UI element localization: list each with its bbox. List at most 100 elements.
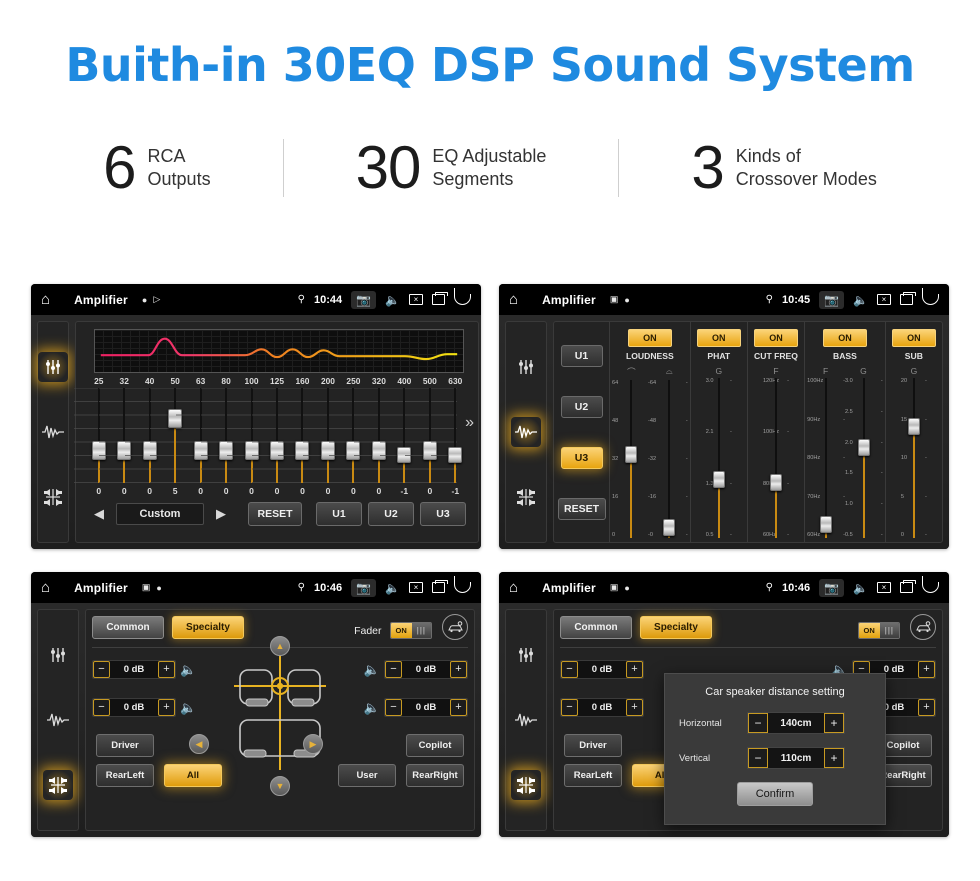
- stepper-control[interactable]: − 0 dB +: [560, 660, 644, 679]
- slider-knob[interactable]: [448, 446, 463, 463]
- horizontal-stepper[interactable]: − 140cm +: [747, 712, 845, 734]
- plus-button[interactable]: +: [918, 699, 935, 716]
- nav-right-button[interactable]: ▶: [303, 734, 323, 754]
- preset-u2-button[interactable]: U2: [368, 502, 414, 526]
- back-icon[interactable]: [453, 576, 471, 593]
- dsp-slider[interactable]: 64-48-32-16-0-: [612, 380, 650, 538]
- plus-button[interactable]: +: [450, 699, 467, 716]
- slider-knob[interactable]: [712, 470, 725, 488]
- minus-button[interactable]: −: [748, 713, 768, 733]
- plus-button[interactable]: +: [626, 699, 643, 716]
- plus-button[interactable]: +: [824, 713, 844, 733]
- dsp-slider[interactable]: 3.0-2.5-2.0-1.5-1.0-0.5-: [845, 378, 883, 538]
- dsp-slider[interactable]: 20-15-10-5-0-: [901, 378, 927, 538]
- preset-copilot-button[interactable]: Copilot: [406, 734, 464, 757]
- plus-button[interactable]: +: [626, 661, 643, 678]
- slider-knob[interactable]: [662, 519, 675, 537]
- toggle-sub[interactable]: ON: [891, 329, 936, 347]
- toggle-bass[interactable]: ON: [822, 329, 867, 347]
- toggle-cut-freq[interactable]: ON: [753, 329, 798, 347]
- home-icon[interactable]: ⌂: [509, 292, 518, 307]
- slider-knob[interactable]: [624, 446, 637, 464]
- preset-next-button[interactable]: ▶: [210, 506, 232, 522]
- preset-u3-button[interactable]: U3: [420, 502, 466, 526]
- plus-button[interactable]: +: [158, 699, 175, 716]
- balance-icon[interactable]: [38, 482, 68, 512]
- camera-icon[interactable]: 📷: [819, 290, 845, 309]
- close-box-icon[interactable]: ×: [409, 582, 423, 593]
- plus-button[interactable]: +: [158, 661, 175, 678]
- waveform-icon[interactable]: [43, 705, 73, 735]
- recents-icon[interactable]: [900, 579, 916, 593]
- equalizer-icon[interactable]: [43, 640, 73, 670]
- dsp-u3-button[interactable]: U3: [560, 446, 603, 469]
- recents-icon[interactable]: [432, 291, 448, 305]
- volume-icon[interactable]: 🔈: [853, 294, 868, 306]
- nav-up-button[interactable]: ▲: [270, 636, 290, 656]
- preset-display[interactable]: Custom: [116, 503, 204, 525]
- dsp-slider[interactable]: 64-48-32-16-0-: [650, 380, 688, 538]
- seat-map[interactable]: [228, 652, 332, 779]
- minus-button[interactable]: −: [93, 699, 110, 716]
- close-box-icon[interactable]: ×: [409, 294, 423, 305]
- dsp-slider[interactable]: 120Hz-100Hz-80Hz-60Hz-: [763, 378, 789, 538]
- dsp-u1-button[interactable]: U1: [560, 344, 603, 367]
- stepper-control[interactable]: − 0 dB +: [92, 660, 176, 679]
- preset-u1-button[interactable]: U1: [316, 502, 362, 526]
- toggle-phat[interactable]: ON: [696, 329, 741, 347]
- back-icon[interactable]: [921, 288, 939, 305]
- stepper-control[interactable]: − 0 dB +: [92, 698, 176, 717]
- plus-button[interactable]: +: [824, 748, 844, 768]
- recents-icon[interactable]: [432, 579, 448, 593]
- home-icon[interactable]: ⌂: [41, 292, 50, 307]
- minus-button[interactable]: −: [561, 661, 578, 678]
- balance-icon[interactable]: [511, 482, 541, 512]
- equalizer-icon[interactable]: [38, 351, 68, 382]
- preset-all-button[interactable]: All: [164, 764, 222, 787]
- preset-driver-button[interactable]: Driver: [564, 734, 622, 757]
- fader-toggle[interactable]: ON |||: [389, 622, 432, 639]
- minus-button[interactable]: −: [561, 699, 578, 716]
- slider-knob[interactable]: [820, 515, 833, 533]
- balance-icon[interactable]: [43, 770, 73, 801]
- waveform-icon[interactable]: [511, 705, 541, 735]
- back-icon[interactable]: [921, 576, 939, 593]
- home-icon[interactable]: ⌂: [509, 580, 518, 595]
- dsp-u2-button[interactable]: U2: [560, 395, 603, 418]
- recents-icon[interactable]: [900, 291, 916, 305]
- waveform-icon[interactable]: [38, 417, 68, 447]
- camera-icon[interactable]: 📷: [351, 578, 377, 597]
- preset-driver-button[interactable]: Driver: [96, 734, 154, 757]
- tab-specialty[interactable]: Specialty: [172, 616, 244, 639]
- minus-button[interactable]: −: [385, 699, 402, 716]
- reset-button[interactable]: RESET: [248, 502, 302, 526]
- minus-button[interactable]: −: [748, 748, 768, 768]
- nav-left-button[interactable]: ◀: [189, 734, 209, 754]
- volume-icon[interactable]: 🔈: [385, 582, 400, 594]
- dsp-slider[interactable]: 100Hz -90Hz -80Hz -70Hz -60Hz -: [807, 378, 845, 538]
- tab-common[interactable]: Common: [92, 616, 164, 639]
- expand-chevron-icon[interactable]: »: [465, 414, 474, 432]
- car-settings-icon[interactable]: [442, 614, 468, 640]
- home-icon[interactable]: ⌂: [41, 580, 50, 595]
- waveform-icon[interactable]: [511, 416, 541, 447]
- plus-button[interactable]: +: [450, 661, 467, 678]
- camera-icon[interactable]: 📷: [351, 290, 377, 309]
- back-icon[interactable]: [453, 288, 471, 305]
- close-box-icon[interactable]: ×: [877, 294, 891, 305]
- vertical-stepper[interactable]: − 110cm +: [747, 747, 845, 769]
- volume-icon[interactable]: 🔈: [385, 294, 400, 306]
- preset-user-button[interactable]: User: [338, 764, 396, 787]
- slider-knob[interactable]: [769, 474, 782, 491]
- tab-common[interactable]: Common: [560, 616, 632, 639]
- volume-icon[interactable]: 🔈: [853, 582, 868, 594]
- dsp-reset-button[interactable]: RESET: [557, 497, 606, 520]
- slider-knob[interactable]: [907, 418, 920, 435]
- equalizer-icon[interactable]: [511, 640, 541, 670]
- minus-button[interactable]: −: [93, 661, 110, 678]
- preset-rearleft-button[interactable]: RearLeft: [96, 764, 154, 787]
- camera-icon[interactable]: 📷: [819, 578, 845, 597]
- confirm-button[interactable]: Confirm: [736, 782, 814, 806]
- plus-button[interactable]: +: [918, 661, 935, 678]
- stepper-control[interactable]: − 0 dB +: [560, 698, 644, 717]
